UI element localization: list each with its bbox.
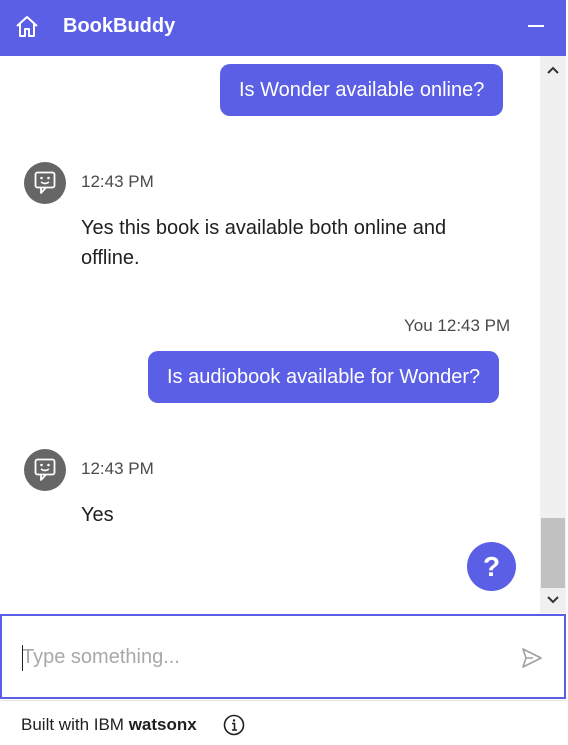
help-button[interactable]: ? — [467, 542, 516, 591]
send-icon — [522, 648, 542, 668]
text-caret — [22, 645, 23, 671]
bot-avatar — [24, 449, 66, 491]
info-icon — [223, 714, 245, 736]
scroll-up-button[interactable] — [540, 58, 566, 82]
user-message-meta: You 12:43 PM — [404, 316, 511, 335]
scroll-down-button[interactable] — [540, 587, 566, 611]
bot-avatar — [24, 162, 66, 204]
footer: Built with IBM watsonx — [0, 700, 566, 745]
chat-transcript: Is Wonder available online? 12:43 PM Yes… — [0, 56, 540, 613]
info-button[interactable] — [223, 714, 245, 736]
chat-bot-icon — [34, 171, 56, 194]
bot-message-text: Yes — [81, 504, 114, 526]
send-button[interactable] — [520, 646, 544, 670]
minimize-button[interactable] — [526, 14, 550, 38]
user-message-bubble: Is Wonder available online? — [220, 64, 504, 116]
chevron-down-icon — [547, 596, 559, 604]
built-with-prefix: Built with IBM — [21, 715, 129, 734]
message-input[interactable] — [22, 640, 492, 674]
user-message-bubble: Is audiobook available for Wonder? — [148, 351, 500, 403]
chat-scrollbar[interactable] — [540, 56, 566, 613]
home-button[interactable] — [14, 14, 40, 40]
bot-message-timestamp: 12:43 PM — [81, 172, 154, 191]
built-with-text: Built with IBM watsonx — [21, 715, 197, 735]
bot-message-text: Yes this book is available both online a… — [81, 217, 447, 269]
chat-bot-icon — [34, 458, 56, 481]
chevron-up-icon — [547, 66, 559, 74]
message-composer — [0, 614, 566, 699]
chat-header: BookBuddy — [0, 0, 566, 56]
home-icon — [16, 16, 38, 37]
app-title: BookBuddy — [63, 15, 176, 37]
brand-name: watsonx — [128, 715, 197, 734]
bot-message-timestamp: 12:43 PM — [81, 459, 154, 478]
scrollbar-thumb[interactable] — [541, 518, 565, 588]
